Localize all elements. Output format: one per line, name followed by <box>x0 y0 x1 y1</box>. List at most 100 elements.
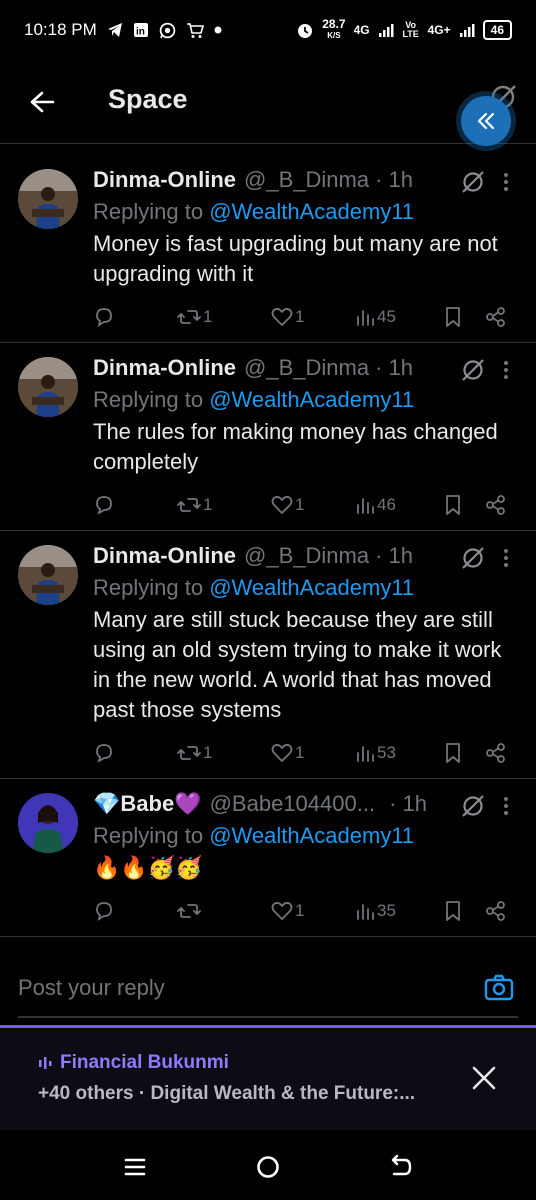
repost-button[interactable] <box>177 897 203 925</box>
like-button[interactable]: 1 <box>271 897 304 925</box>
share-icon <box>486 307 505 327</box>
author-name[interactable]: Dinma-Online <box>93 543 236 569</box>
views-button[interactable]: 45 <box>355 303 396 331</box>
view-count: 53 <box>377 743 396 762</box>
views-icon <box>357 746 374 762</box>
avatar[interactable] <box>18 169 78 229</box>
repost-icon <box>177 498 201 512</box>
reply-button[interactable] <box>93 303 115 331</box>
mention-link[interactable]: @WealthAcademy11 <box>209 823 414 848</box>
back-arrow-icon <box>391 1154 412 1176</box>
views-button[interactable]: 46 <box>355 491 396 519</box>
back-nav-button[interactable] <box>386 1152 416 1182</box>
author-name[interactable]: Dinma-Online <box>93 167 236 193</box>
views-icon <box>357 904 374 920</box>
signal-icon <box>378 23 394 37</box>
share-button[interactable] <box>485 303 507 331</box>
battery-icon: 46 <box>482 20 512 40</box>
bookmark-icon <box>446 901 460 921</box>
views-icon <box>357 310 374 326</box>
grok-icon[interactable] <box>460 793 486 819</box>
home-circle-icon <box>257 1156 279 1178</box>
header: Space <box>0 60 536 144</box>
repost-button[interactable]: 1 <box>177 303 212 331</box>
network-label-1: 4G <box>353 23 370 37</box>
grok-icon[interactable] <box>460 357 486 383</box>
repost-button[interactable]: 1 <box>177 739 212 767</box>
view-count: 35 <box>377 901 396 920</box>
menu-lines-icon <box>124 1158 146 1176</box>
author-handle[interactable]: @Babe104400... <box>210 791 375 817</box>
share-button[interactable] <box>485 739 507 767</box>
grok-icon[interactable] <box>460 545 486 571</box>
post-time: · 1h <box>389 791 427 816</box>
author-handle[interactable]: @_B_Dinma <box>244 167 369 193</box>
camera-icon[interactable] <box>484 973 514 1003</box>
bookmark-button[interactable] <box>443 897 463 925</box>
reply-composer <box>0 955 536 1025</box>
like-button[interactable]: 1 <box>271 739 304 767</box>
reply-icon <box>96 308 112 327</box>
action-bar: 1 1 45 <box>93 303 518 331</box>
heart-icon <box>271 743 293 762</box>
author-handle[interactable]: @_B_Dinma <box>244 543 369 569</box>
reply-button[interactable] <box>93 739 115 767</box>
reply-input[interactable] <box>18 975 438 1001</box>
mention-link[interactable]: @WealthAcademy11 <box>209 387 414 412</box>
action-bar: 1 35 <box>93 897 518 925</box>
author-name[interactable]: 💎Babe💜 <box>93 791 202 817</box>
like-button[interactable]: 1 <box>271 303 304 331</box>
action-bar: 1 1 53 <box>93 739 518 767</box>
views-button[interactable]: 53 <box>355 739 396 767</box>
post-time: · 1h <box>375 543 413 568</box>
post[interactable]: Dinma-Online @_B_Dinma · 1h Replying to … <box>0 531 536 779</box>
avatar[interactable] <box>18 357 78 417</box>
post-time: · 1h <box>375 167 413 192</box>
views-button[interactable]: 35 <box>355 897 396 925</box>
bookmark-button[interactable] <box>443 491 463 519</box>
post[interactable]: 💎Babe💜 @Babe104400... · 1h Replying to @… <box>0 779 536 937</box>
action-bar: 1 1 46 <box>93 491 518 519</box>
recents-button[interactable] <box>120 1152 150 1182</box>
network-speed: 28.7 K/S <box>322 18 345 41</box>
mention-link[interactable]: @WealthAcademy11 <box>209 199 414 224</box>
repost-count: 1 <box>203 495 213 514</box>
network-label-3: 4G+ <box>427 23 451 37</box>
telegram-icon <box>107 22 123 38</box>
replying-to: Replying to @WealthAcademy11 <box>93 199 518 227</box>
linkedin-icon: in <box>133 22 149 38</box>
replying-prefix: Replying to <box>93 823 204 848</box>
avatar[interactable] <box>18 793 78 853</box>
more-icon[interactable] <box>496 357 516 383</box>
grok-icon[interactable] <box>460 169 486 195</box>
mention-link[interactable]: @WealthAcademy11 <box>209 575 414 600</box>
more-icon[interactable] <box>496 169 516 195</box>
share-button[interactable] <box>485 897 507 925</box>
share-button[interactable] <box>485 491 507 519</box>
bookmark-button[interactable] <box>443 303 463 331</box>
more-icon[interactable] <box>496 793 516 819</box>
space-mini-player[interactable]: Financial Bukunmi +40 others · Digital W… <box>0 1025 536 1130</box>
space-host-name: Financial Bukunmi <box>60 1052 229 1073</box>
repost-icon <box>177 904 201 918</box>
back-button[interactable] <box>22 82 62 122</box>
repost-button[interactable]: 1 <box>177 491 212 519</box>
like-button[interactable]: 1 <box>271 491 304 519</box>
reply-button[interactable] <box>93 491 115 519</box>
alarm-icon <box>296 21 314 39</box>
collapse-button[interactable] <box>461 96 511 146</box>
post[interactable]: Dinma-Online @_B_Dinma · 1h Replying to … <box>0 155 536 343</box>
more-icon[interactable] <box>496 545 516 571</box>
reply-button[interactable] <box>93 897 115 925</box>
post[interactable]: Dinma-Online @_B_Dinma · 1h Replying to … <box>0 343 536 531</box>
cart-icon <box>186 22 204 39</box>
avatar[interactable] <box>18 545 78 605</box>
page-title: Space <box>108 84 188 114</box>
reply-icon <box>96 902 112 921</box>
author-name[interactable]: Dinma-Online <box>93 355 236 381</box>
author-handle[interactable]: @_B_Dinma <box>244 355 369 381</box>
space-host[interactable]: Financial Bukunmi <box>38 1052 229 1074</box>
close-icon[interactable] <box>470 1064 498 1092</box>
home-button[interactable] <box>253 1152 283 1182</box>
bookmark-button[interactable] <box>443 739 463 767</box>
